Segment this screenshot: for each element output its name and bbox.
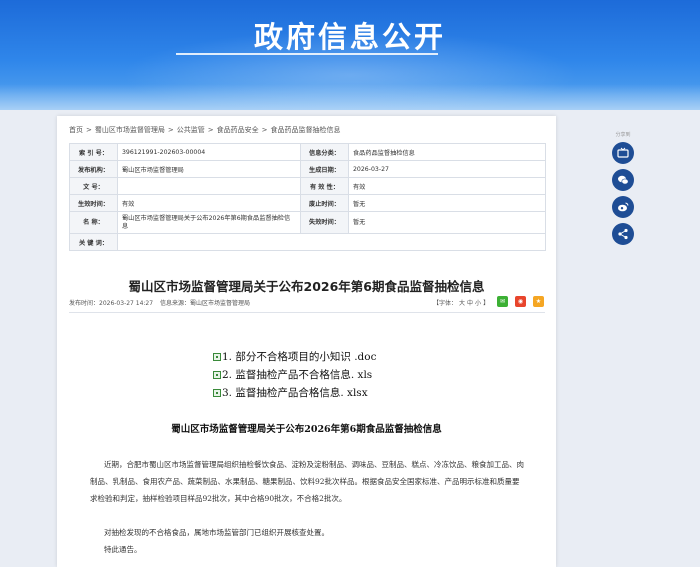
info-source: 信息来源：蜀山区市场监督管理局 <box>160 300 251 307</box>
article-info-bar: 发布时间：2026-03-27 14:27 信息来源：蜀山区市场监督管理局 【字… <box>69 296 545 310</box>
category-label: 信息分类： <box>300 143 349 161</box>
document-number-label: 文 号： <box>69 177 118 195</box>
attachment-label: 2. 监督抽检产品不合格信息. xls <box>222 369 373 381</box>
validity-label: 有 效 性： <box>300 177 349 195</box>
breadcrumb-sampling-info[interactable]: 食品药品监督抽检信息 <box>271 126 341 134</box>
publisher-label: 发布机构： <box>69 160 118 178</box>
breadcrumb-separator: > <box>167 126 174 134</box>
breadcrumb-separator: > <box>86 126 92 134</box>
keywords-value <box>117 233 546 251</box>
name-label: 名 称： <box>69 211 118 234</box>
publisher-value: 蜀山区市场监督管理局 <box>117 160 301 178</box>
excel-file-icon <box>213 371 221 379</box>
share-sidebar: 分享到 <box>609 131 637 250</box>
attachment-label: 1. 部分不合格项目的小知识 .doc <box>222 351 377 363</box>
share-label: 分享到 <box>615 132 631 138</box>
banner-skyline <box>0 84 700 110</box>
banner-title: 政府信息公开 <box>253 20 446 54</box>
word-file-icon <box>213 353 221 361</box>
share-weibo-icon[interactable]: ◉ <box>515 296 526 307</box>
breadcrumb-home[interactable]: 首页 <box>69 126 83 134</box>
content-title: 蜀山区市场监督管理局关于公布2026年第6期食品监督抽检信息 <box>171 424 442 435</box>
font-size-control: 【字体：大中小】 <box>433 298 491 307</box>
attachment-link[interactable]: 1. 部分不合格项目的小知识 .doc <box>213 349 376 364</box>
content-paragraph: 对抽检发现的不合格食品，属地市场监管部门已组织开展核查处置。 <box>104 528 329 537</box>
font-size-large[interactable]: 大 <box>459 300 465 307</box>
info-divider <box>69 312 545 313</box>
publish-time: 发布时间：2026-03-27 14:27 <box>69 300 154 307</box>
info-metadata-table: 索 引 号： 396121991-202603-00004 信息分类： 食品药品… <box>69 143 546 251</box>
created-date-value: 2026-03-27 <box>348 160 546 178</box>
banner-underline <box>176 53 438 55</box>
font-size-close: 】 <box>483 300 490 307</box>
breadcrumb-food-drug-safety[interactable]: 食品药品安全 <box>217 126 259 134</box>
validity-value: 有效 <box>348 177 546 195</box>
attachment-link[interactable]: 2. 监督抽检产品不合格信息. xls <box>213 367 372 382</box>
index-label: 索 引 号： <box>69 143 118 161</box>
expire-time-value: 暂无 <box>348 211 546 234</box>
effective-time-label: 生效时间： <box>69 194 118 212</box>
category-value: 食品药品监督抽检信息 <box>348 143 546 161</box>
article-title: 蜀山区市场监督管理局关于公布2026年第6期食品监督抽检信息 <box>128 279 485 294</box>
share-wechat-icon[interactable]: ✉ <box>497 296 508 307</box>
share-qzone-icon[interactable]: ★ <box>533 296 544 307</box>
expire-time-label: 失效时间： <box>300 211 349 234</box>
keywords-label: 关 键 词： <box>69 233 118 251</box>
content-paragraph: 特此通告。 <box>104 545 142 554</box>
attachment-link[interactable]: 3. 监督抽检产品合格信息. xlsx <box>213 385 368 400</box>
share-more-icon[interactable] <box>612 223 634 245</box>
document-number-value <box>117 177 301 195</box>
excel-file-icon <box>213 389 221 397</box>
breadcrumb-bureau[interactable]: 蜀山区市场监督管理局 <box>95 126 165 134</box>
content-paragraph: 近期，合肥市蜀山区市场监督管理局组织抽检餐饮食品、淀粉及淀粉制品、调味品、豆制品… <box>90 460 524 503</box>
breadcrumb-separator: > <box>261 126 268 134</box>
created-date-label: 生成日期： <box>300 160 349 178</box>
header-banner: 政府信息公开 <box>0 0 700 110</box>
attachment-label: 3. 监督抽检产品合格信息. xlsx <box>222 387 368 399</box>
font-size-medium[interactable]: 中 <box>467 300 473 307</box>
font-size-small[interactable]: 小 <box>475 300 481 307</box>
share-weibo-icon[interactable] <box>612 196 634 218</box>
share-wechat-icon[interactable] <box>612 169 634 191</box>
index-value: 396121991-202603-00004 <box>117 143 301 161</box>
name-value: 蜀山区市场监督管理局关于公布2026年第6期食品监督抽检信息 <box>117 211 301 234</box>
breadcrumb-separator: > <box>207 126 214 134</box>
repeal-time-value: 暂无 <box>348 194 546 212</box>
font-size-label: 【字体： <box>433 300 458 307</box>
share-tv-icon[interactable] <box>612 142 634 164</box>
breadcrumb-public-supervision[interactable]: 公共监管 <box>177 126 205 134</box>
effective-time-value: 有效 <box>117 194 301 212</box>
breadcrumb: 首页 > 蜀山区市场监督管理局 > 公共监管 > 食品药品安全 > 食品药品监督抽检信息 <box>69 125 344 135</box>
repeal-time-label: 废止时间： <box>300 194 349 212</box>
content-card: 首页 > 蜀山区市场监督管理局 > 公共监管 > 食品药品安全 > 食品药品监督抽检信息 索 引… <box>57 116 556 567</box>
